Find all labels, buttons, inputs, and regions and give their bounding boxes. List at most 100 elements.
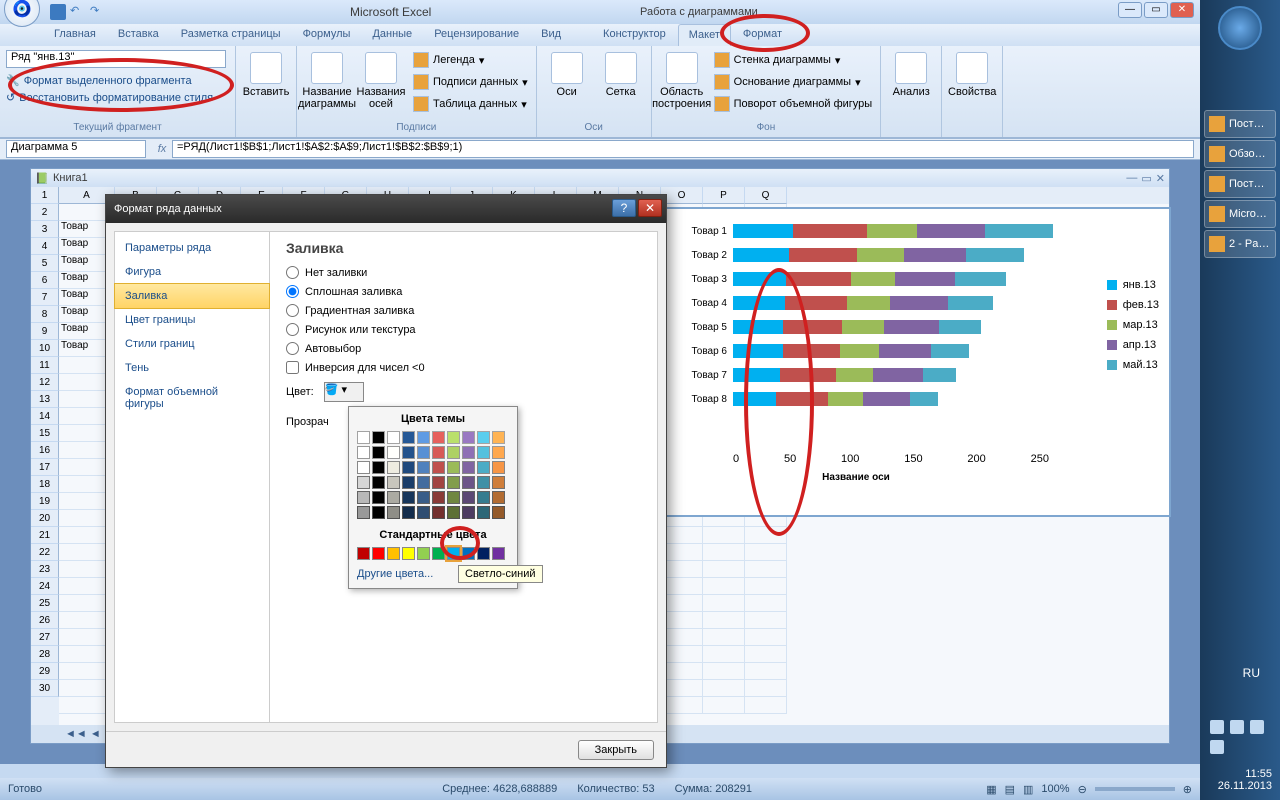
cell[interactable] [703, 697, 745, 714]
color-swatch[interactable] [372, 491, 385, 504]
cell[interactable] [745, 646, 787, 663]
legend-item[interactable]: апр.13 [1107, 339, 1159, 351]
chart-segment[interactable] [733, 272, 786, 286]
system-tray[interactable] [1210, 720, 1270, 754]
chart-floor-button[interactable]: Основание диаграммы ▾ [712, 72, 875, 92]
row-header[interactable]: 15 [31, 425, 59, 442]
chart-legend[interactable]: янв.13фев.13мар.13апр.13май.13 [1107, 279, 1159, 379]
row-header[interactable]: 16 [31, 442, 59, 459]
dialog-nav-item[interactable]: Стили границ [115, 332, 269, 356]
wb-maximize[interactable]: ▭ [1141, 172, 1151, 185]
chart-bar-row[interactable]: Товар 4 [733, 291, 1159, 315]
dialog-nav-item[interactable]: Фигура [115, 260, 269, 284]
color-swatch[interactable] [387, 491, 400, 504]
taskbar-clock[interactable]: 11:55 26.11.2013 [1218, 768, 1272, 792]
tray-icon[interactable] [1230, 720, 1244, 734]
fx-button[interactable]: fx [152, 143, 172, 155]
properties-button[interactable]: Свойства [948, 50, 996, 100]
color-swatch[interactable] [432, 506, 445, 519]
cell[interactable] [703, 527, 745, 544]
color-swatch[interactable] [432, 431, 445, 444]
color-swatch[interactable] [357, 431, 370, 444]
chart-segment[interactable] [890, 296, 947, 310]
color-swatch[interactable] [432, 476, 445, 489]
cell[interactable] [703, 680, 745, 697]
row-header[interactable]: 14 [31, 408, 59, 425]
color-swatch[interactable] [447, 431, 460, 444]
row-header[interactable]: 13 [31, 391, 59, 408]
chart-segment[interactable] [867, 224, 917, 238]
fill-radio[interactable] [286, 285, 299, 298]
dialog-nav-item[interactable]: Формат объемной фигуры [115, 380, 269, 416]
chart-segment[interactable] [793, 224, 867, 238]
cell[interactable] [661, 527, 703, 544]
cell[interactable] [703, 595, 745, 612]
cell[interactable] [703, 544, 745, 561]
chart-segment[interactable] [857, 248, 904, 262]
tray-icon[interactable] [1210, 740, 1224, 754]
cell[interactable] [745, 527, 787, 544]
color-swatch[interactable] [447, 476, 460, 489]
column-header[interactable]: P [703, 187, 745, 204]
cell[interactable] [661, 697, 703, 714]
taskbar-item[interactable]: Обзо… [1204, 140, 1276, 168]
tab-home[interactable]: Главная [44, 24, 106, 46]
color-swatch[interactable] [447, 461, 460, 474]
color-swatch[interactable] [432, 547, 445, 560]
color-swatch[interactable] [492, 491, 505, 504]
cell[interactable] [745, 561, 787, 578]
formula-input[interactable]: =РЯД(Лист1!$B$1;Лист1!$A$2:$A$9;Лист1!$B… [172, 140, 1194, 158]
row-header[interactable]: 22 [31, 544, 59, 561]
tab-format[interactable]: Формат [733, 24, 792, 46]
taskbar-item[interactable]: Пост… [1204, 170, 1276, 198]
row-header[interactable]: 4 [31, 238, 59, 255]
color-swatch[interactable] [387, 446, 400, 459]
zoom-in-button[interactable]: ⊕ [1183, 783, 1192, 796]
row-header[interactable]: 2 [31, 204, 59, 221]
legend-item[interactable]: фев.13 [1107, 299, 1159, 311]
chart-segment[interactable] [895, 272, 955, 286]
row-header[interactable]: 26 [31, 612, 59, 629]
color-swatch[interactable] [357, 506, 370, 519]
row-header[interactable]: 1 [31, 187, 59, 204]
color-swatch[interactable] [492, 431, 505, 444]
cell[interactable] [661, 680, 703, 697]
dialog-close-btn[interactable]: Закрыть [578, 740, 654, 760]
view-pagebreak-icon[interactable]: ▥ [1023, 783, 1033, 796]
color-swatch[interactable] [462, 431, 475, 444]
chart-segment[interactable] [939, 320, 981, 334]
chart-segment[interactable] [733, 320, 783, 334]
chart-segment[interactable] [785, 296, 847, 310]
row-header[interactable]: 6 [31, 272, 59, 289]
chart-segment[interactable] [840, 344, 880, 358]
chart-segment[interactable] [733, 296, 785, 310]
tab-page-layout[interactable]: Разметка страницы [171, 24, 291, 46]
color-swatch[interactable] [417, 506, 430, 519]
chart-bar-row[interactable]: Товар 3 [733, 267, 1159, 291]
chart-segment[interactable] [733, 248, 789, 262]
axis-titles-button[interactable]: Названия осей [357, 50, 405, 112]
close-button[interactable]: ✕ [1170, 2, 1194, 18]
chart-object[interactable]: Товар 1Товар 2Товар 3Товар 4Товар 5Товар… [661, 207, 1171, 517]
row-header[interactable]: 30 [31, 680, 59, 697]
cell[interactable] [661, 578, 703, 595]
tab-data[interactable]: Данные [362, 24, 422, 46]
dialog-nav-item[interactable]: Параметры ряда [115, 236, 269, 260]
fill-radio[interactable] [286, 323, 299, 336]
row-header[interactable]: 18 [31, 476, 59, 493]
color-swatch[interactable] [357, 446, 370, 459]
color-swatch[interactable] [492, 461, 505, 474]
cell[interactable] [703, 612, 745, 629]
chart-segment[interactable] [985, 224, 1053, 238]
cell[interactable] [661, 544, 703, 561]
fill-radio[interactable] [286, 266, 299, 279]
chart-segment[interactable] [789, 248, 857, 262]
cell[interactable] [661, 646, 703, 663]
chart-wall-button[interactable]: Стенка диаграммы ▾ [712, 50, 875, 70]
chart-segment[interactable] [776, 392, 828, 406]
cell[interactable] [661, 663, 703, 680]
chart-segment[interactable] [917, 224, 985, 238]
dialog-help-button[interactable]: ? [612, 199, 636, 217]
color-swatch[interactable] [402, 506, 415, 519]
color-swatch[interactable] [387, 431, 400, 444]
